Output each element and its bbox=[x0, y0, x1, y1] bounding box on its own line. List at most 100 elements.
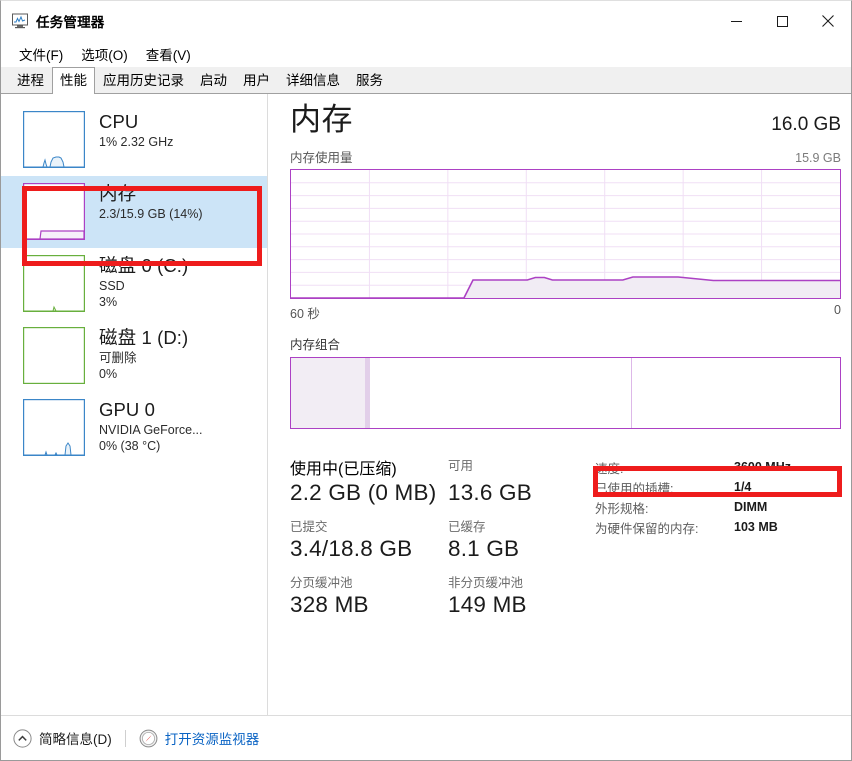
spec-row-hardware-reserved: 为硬件保留的内存: 103 MB bbox=[595, 517, 841, 537]
tab-processes[interactable]: 进程 bbox=[9, 67, 52, 93]
disk1-sub2: 0% bbox=[99, 367, 188, 381]
window-title: 任务管理器 bbox=[36, 11, 105, 31]
graph-max-label: 15.9 GB bbox=[795, 151, 841, 165]
maximize-button[interactable] bbox=[759, 1, 805, 41]
close-button[interactable] bbox=[805, 1, 851, 41]
spec-value-hardware-reserved: 103 MB bbox=[734, 520, 778, 534]
graph-axis-row: 60 秒 0 bbox=[290, 303, 841, 322]
stat-row-committed: 已提交 已缓存 3.4/18.8 GB 8.1 GB bbox=[290, 516, 580, 562]
spec-value-slots: 1/4 bbox=[734, 480, 751, 494]
stat-value-paged-pool: 328 MB bbox=[290, 592, 448, 618]
menu-options[interactable]: 选项(O) bbox=[74, 41, 135, 68]
sidebar-item-disk0[interactable]: 磁盘 0 (C:) SSD 3% bbox=[1, 248, 267, 320]
memory-meta: 内存 2.3/15.9 GB (14%) bbox=[85, 183, 203, 222]
stat-label-cached: 已缓存 bbox=[448, 516, 580, 535]
stat-label-nonpaged-pool: 非分页缓冲池 bbox=[448, 572, 580, 591]
disk1-thumbnail bbox=[23, 327, 85, 384]
stat-value-committed: 3.4/18.8 GB bbox=[290, 536, 448, 562]
stat-label-committed: 已提交 bbox=[290, 516, 448, 535]
disk0-title: 磁盘 0 (C:) bbox=[99, 255, 188, 276]
stat-label-in-use: 使用中(已压缩) bbox=[290, 455, 448, 479]
spec-label-speed: 速度: bbox=[595, 458, 734, 477]
memory-thumbnail bbox=[23, 183, 85, 240]
stat-values-3: 328 MB 149 MB bbox=[290, 591, 580, 618]
sidebar-item-memory[interactable]: 内存 2.3/15.9 GB (14%) bbox=[1, 176, 267, 248]
spec-value-form-factor: DIMM bbox=[734, 500, 767, 514]
stat-names-1: 使用中(已压缩) 可用 bbox=[290, 455, 580, 479]
disk1-title: 磁盘 1 (D:) bbox=[99, 327, 188, 348]
stat-value-nonpaged-pool: 149 MB bbox=[448, 592, 580, 618]
window-controls bbox=[713, 1, 851, 41]
sidebar-item-cpu[interactable]: CPU 1% 2.32 GHz bbox=[1, 104, 267, 176]
composition-in-use-segment bbox=[291, 358, 365, 428]
tab-services[interactable]: 服务 bbox=[348, 67, 391, 93]
task-manager-window: 任务管理器 文件(F) 选项(O) 查看(V) 进程 性能 应用历史记录 启动 … bbox=[0, 0, 852, 761]
tab-startup[interactable]: 启动 bbox=[192, 67, 235, 93]
gpu0-title: GPU 0 bbox=[99, 399, 203, 420]
menu-file[interactable]: 文件(F) bbox=[12, 41, 70, 68]
menu-view[interactable]: 查看(V) bbox=[139, 41, 198, 68]
fewer-details-button[interactable]: 简略信息(D) bbox=[13, 728, 112, 748]
stat-names-2: 已提交 已缓存 bbox=[290, 516, 580, 535]
disk0-meta: 磁盘 0 (C:) SSD 3% bbox=[85, 255, 188, 309]
status-separator bbox=[125, 730, 126, 747]
gpu0-sub2: 0% (38 °C) bbox=[99, 439, 203, 453]
stat-values-2: 3.4/18.8 GB 8.1 GB bbox=[290, 535, 580, 562]
stat-names-3: 分页缓冲池 非分页缓冲池 bbox=[290, 572, 580, 591]
tab-users[interactable]: 用户 bbox=[235, 67, 278, 93]
memory-stats: 使用中(已压缩) 可用 2.2 GB (0 MB) 13.6 GB 已提交 已缓… bbox=[290, 455, 841, 628]
disk0-sub: SSD bbox=[99, 279, 188, 293]
spec-row-form-factor: 外形规格: DIMM bbox=[595, 497, 841, 517]
disk0-sub2: 3% bbox=[99, 295, 188, 309]
spec-label-form-factor: 外形规格: bbox=[595, 498, 734, 517]
resource-monitor-icon bbox=[139, 729, 158, 748]
memory-detail-panel: 内存 16.0 GB 内存使用量 15.9 GB bbox=[268, 94, 851, 715]
stat-value-in-use: 2.2 GB (0 MB) bbox=[290, 480, 448, 506]
memory-specs: 速度: 3600 MHz 已使用的插槽: 1/4 外形规格: DIMM 为硬件保… bbox=[580, 455, 841, 628]
chevron-up-circle-icon bbox=[13, 729, 32, 748]
gpu0-meta: GPU 0 NVIDIA GeForce... 0% (38 °C) bbox=[85, 399, 203, 453]
tab-details[interactable]: 详细信息 bbox=[278, 67, 348, 93]
cpu-thumbnail bbox=[23, 111, 85, 168]
page-title: 内存 bbox=[290, 104, 353, 135]
memory-usage-chart bbox=[291, 170, 840, 298]
performance-sidebar: CPU 1% 2.32 GHz 内存 2.3/15.9 GB (14%) bbox=[1, 94, 268, 715]
stat-label-available: 可用 bbox=[448, 455, 580, 479]
graph-caption-row: 内存使用量 15.9 GB bbox=[290, 147, 841, 166]
composition-modified-segment bbox=[365, 358, 370, 428]
sidebar-item-gpu0[interactable]: GPU 0 NVIDIA GeForce... 0% (38 °C) bbox=[1, 392, 267, 464]
gpu0-sub: NVIDIA GeForce... bbox=[99, 423, 203, 437]
disk0-thumbnail bbox=[23, 255, 85, 312]
memory-stats-left: 使用中(已压缩) 可用 2.2 GB (0 MB) 13.6 GB 已提交 已缓… bbox=[290, 455, 580, 628]
tab-performance[interactable]: 性能 bbox=[52, 67, 95, 94]
memory-usage-graph bbox=[290, 169, 841, 299]
memory-composition-bar[interactable] bbox=[290, 357, 841, 429]
stat-row-paged-pool: 分页缓冲池 非分页缓冲池 328 MB 149 MB bbox=[290, 572, 580, 618]
spec-row-speed: 速度: 3600 MHz bbox=[595, 457, 841, 477]
stat-value-available: 13.6 GB bbox=[448, 480, 580, 506]
axis-left-label: 60 秒 bbox=[290, 303, 320, 322]
title-bar: 任务管理器 bbox=[1, 1, 851, 41]
spec-row-slots: 已使用的插槽: 1/4 bbox=[595, 477, 841, 497]
content-area: CPU 1% 2.32 GHz 内存 2.3/15.9 GB (14%) bbox=[1, 94, 851, 715]
menu-bar: 文件(F) 选项(O) 查看(V) bbox=[1, 41, 851, 67]
composition-title: 内存组合 bbox=[290, 334, 841, 353]
stat-value-cached: 8.1 GB bbox=[448, 536, 580, 562]
open-resource-monitor-link[interactable]: 打开资源监视器 bbox=[139, 728, 260, 748]
spec-label-slots: 已使用的插槽: bbox=[595, 478, 734, 497]
spec-label-hardware-reserved: 为硬件保留的内存: bbox=[595, 518, 734, 537]
stat-label-paged-pool: 分页缓冲池 bbox=[290, 572, 448, 591]
memory-capacity: 16.0 GB bbox=[771, 114, 841, 136]
sidebar-item-disk1[interactable]: 磁盘 1 (D:) 可删除 0% bbox=[1, 320, 267, 392]
cpu-title: CPU bbox=[99, 111, 173, 132]
status-bar: 简略信息(D) 打开资源监视器 bbox=[1, 715, 851, 760]
cpu-meta: CPU 1% 2.32 GHz bbox=[85, 111, 173, 150]
cpu-sub: 1% 2.32 GHz bbox=[99, 135, 173, 149]
disk1-meta: 磁盘 1 (D:) 可删除 0% bbox=[85, 327, 188, 381]
stat-row-in-use: 使用中(已压缩) 可用 2.2 GB (0 MB) 13.6 GB bbox=[290, 455, 580, 506]
minimize-button[interactable] bbox=[713, 1, 759, 41]
resource-monitor-label: 打开资源监视器 bbox=[165, 728, 260, 748]
fewer-details-label: 简略信息(D) bbox=[39, 728, 112, 748]
tab-app-history[interactable]: 应用历史记录 bbox=[95, 67, 192, 93]
stat-values-1: 2.2 GB (0 MB) 13.6 GB bbox=[290, 479, 580, 506]
